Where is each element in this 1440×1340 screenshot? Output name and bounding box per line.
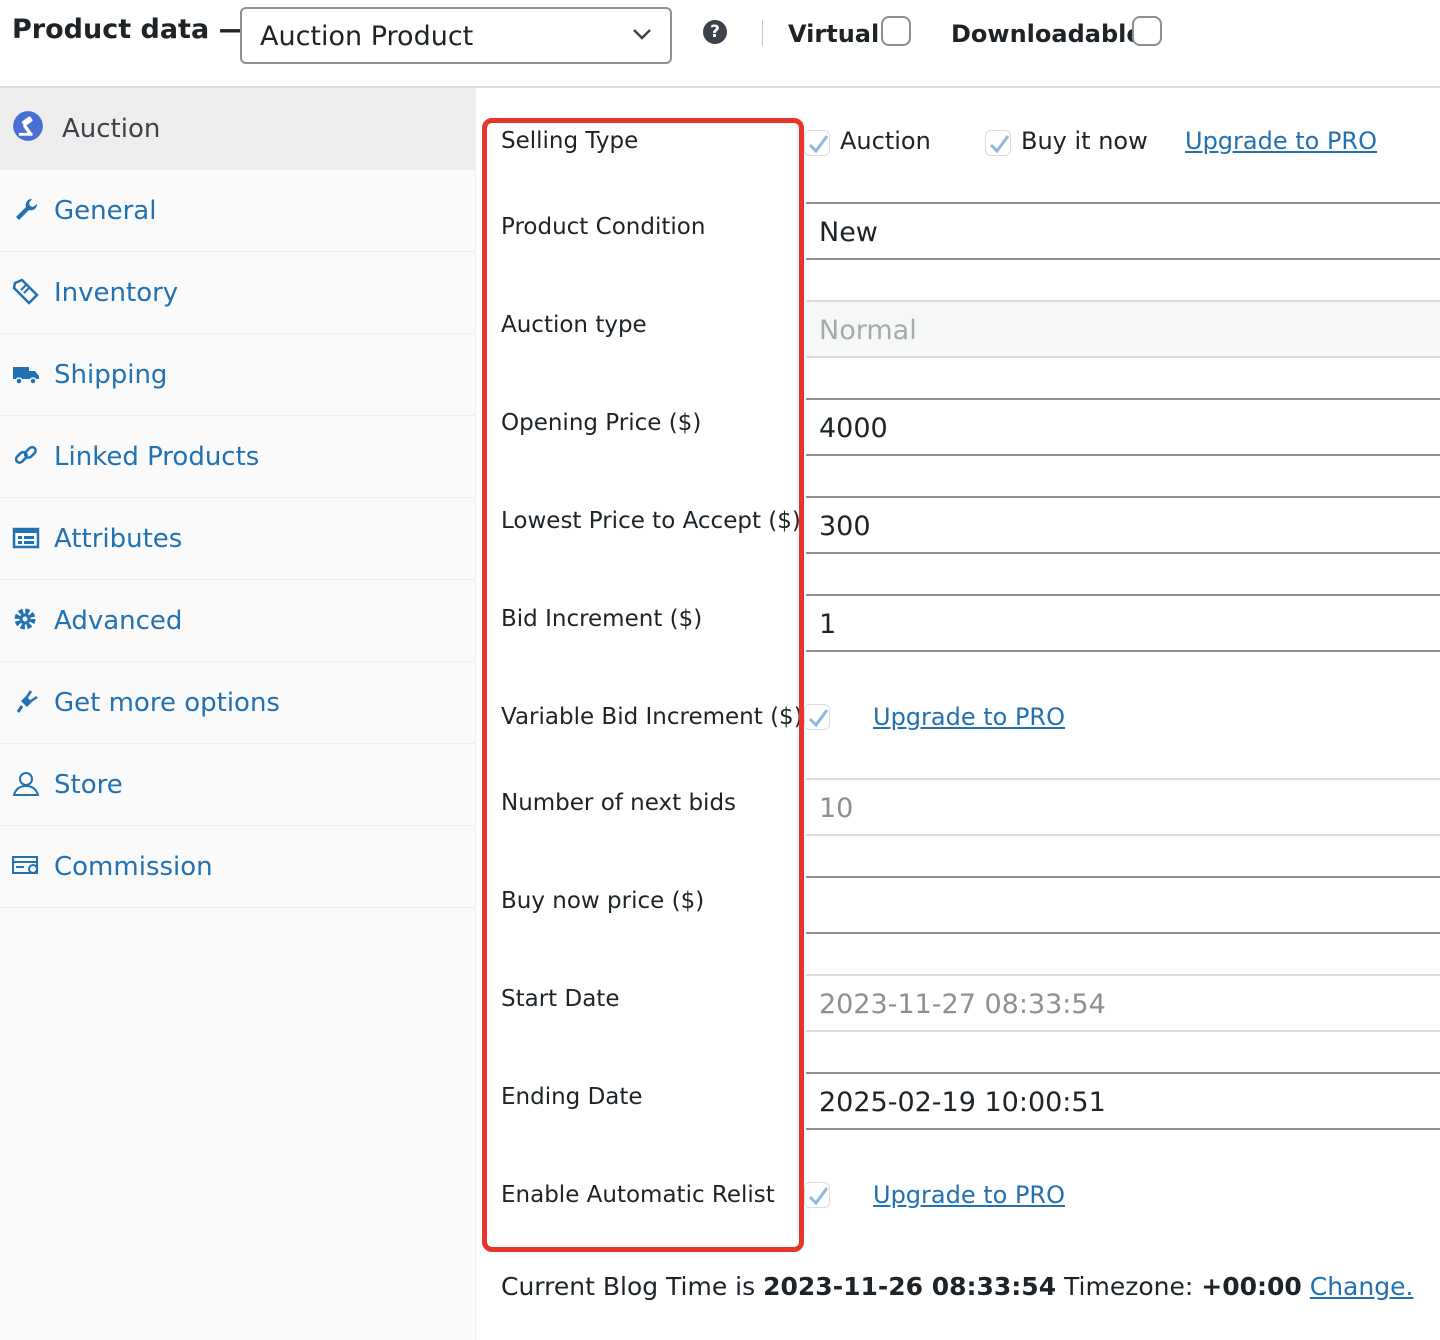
next-bids-input[interactable]: 10	[806, 778, 1440, 836]
tab-advanced[interactable]: Advanced	[0, 580, 475, 662]
timezone-value: +00:00	[1201, 1272, 1302, 1301]
tab-auction-label: Auction	[62, 114, 161, 144]
product-data-header: Product data — Auction Product ? Virtual…	[0, 0, 1440, 88]
ending-date-input[interactable]: 2025-02-19 10:00:51	[806, 1072, 1440, 1130]
auction-checkbox[interactable]	[804, 130, 830, 156]
tab-commission[interactable]: Commission	[0, 826, 475, 908]
check-icon	[989, 135, 1010, 154]
next-bids-value: 10	[819, 793, 854, 824]
start-date-input[interactable]: 2023-11-27 08:33:54	[806, 974, 1440, 1032]
product-type-select[interactable]: Auction Product	[240, 7, 672, 64]
product-condition-value: New	[819, 217, 878, 248]
tab-general[interactable]: General	[0, 170, 475, 252]
ending-date-value: 2025-02-19 10:00:51	[819, 1087, 1106, 1118]
auto-relist-upgrade-link[interactable]: Upgrade to PRO	[873, 1181, 1065, 1209]
start-date-value: 2023-11-27 08:33:54	[819, 989, 1106, 1020]
opening-price-value: 4000	[819, 413, 888, 444]
tab-advanced-label: Advanced	[54, 606, 183, 636]
buy-now-price-input[interactable]	[806, 876, 1440, 934]
wrench-icon	[16, 198, 38, 220]
lowest-price-input[interactable]: 300	[806, 496, 1440, 554]
downloadable-label: Downloadable:	[951, 20, 1153, 48]
auto-relist-checkbox[interactable]	[804, 1182, 830, 1208]
tab-commission-label: Commission	[54, 852, 213, 882]
virtual-checkbox[interactable]	[881, 16, 911, 46]
auction-option-label: Auction	[840, 127, 931, 155]
auction-type-value: Normal	[819, 315, 917, 346]
highlight-box	[482, 118, 804, 1252]
help-icon[interactable]: ?	[703, 20, 727, 44]
tab-inventory[interactable]: Inventory	[0, 252, 475, 334]
chevron-down-icon	[633, 29, 651, 40]
tab-inventory-label: Inventory	[54, 278, 179, 308]
buy-it-now-option-label: Buy it now	[1021, 127, 1148, 155]
bid-increment-input[interactable]: 1	[806, 594, 1440, 652]
link-icon	[14, 445, 37, 464]
list-icon	[12, 527, 40, 549]
tab-linked-products[interactable]: Linked Products	[0, 416, 475, 498]
product-type-value: Auction Product	[260, 21, 474, 52]
product-data-title: Product data —	[12, 14, 246, 45]
buy-it-now-checkbox[interactable]	[985, 130, 1011, 156]
blog-time-value: 2023-11-26 08:33:54	[763, 1272, 1057, 1301]
truck-icon	[13, 367, 39, 385]
check-icon	[808, 1187, 829, 1206]
blog-time-line: Current Blog Time is 2023-11-26 08:33:54…	[501, 1272, 1413, 1301]
lowest-price-value: 300	[819, 511, 871, 542]
auction-type-select[interactable]: Normal	[806, 300, 1440, 358]
timezone-label: Timezone:	[1064, 1272, 1194, 1301]
card-icon	[12, 856, 38, 874]
tab-store[interactable]: Store	[0, 744, 475, 826]
bid-increment-value: 1	[819, 609, 837, 640]
header-separator	[762, 20, 763, 46]
tab-general-label: General	[54, 196, 157, 226]
check-icon	[808, 709, 829, 728]
gear-icon	[14, 608, 36, 630]
tab-get-more-options[interactable]: Get more options	[0, 662, 475, 744]
opening-price-input[interactable]: 4000	[806, 398, 1440, 456]
tab-store-label: Store	[54, 770, 123, 800]
product-condition-select[interactable]: New	[806, 202, 1440, 260]
product-data-tabs: Auction General Inventory Shipping Linke…	[0, 88, 476, 1340]
virtual-label: Virtual:	[788, 20, 889, 48]
downloadable-checkbox[interactable]	[1132, 16, 1162, 46]
tab-get-more-options-label: Get more options	[54, 688, 280, 718]
selling-type-upgrade-link[interactable]: Upgrade to PRO	[1185, 127, 1377, 155]
variable-bid-increment-checkbox[interactable]	[804, 704, 830, 730]
change-timezone-link[interactable]: Change.	[1310, 1272, 1414, 1301]
tab-shipping[interactable]: Shipping	[0, 334, 475, 416]
tab-shipping-label: Shipping	[54, 360, 168, 390]
plug-icon	[16, 690, 38, 713]
tab-linked-products-label: Linked Products	[54, 442, 260, 472]
tab-auction[interactable]: Auction	[0, 88, 475, 170]
auction-icon	[13, 111, 43, 141]
tag-icon	[12, 278, 39, 305]
user-icon	[12, 772, 40, 796]
blog-time-prefix: Current Blog Time is	[501, 1272, 756, 1301]
check-icon	[808, 135, 829, 154]
tab-attributes-label: Attributes	[54, 524, 183, 554]
variable-bid-upgrade-link[interactable]: Upgrade to PRO	[873, 703, 1065, 731]
tab-attributes[interactable]: Attributes	[0, 498, 475, 580]
